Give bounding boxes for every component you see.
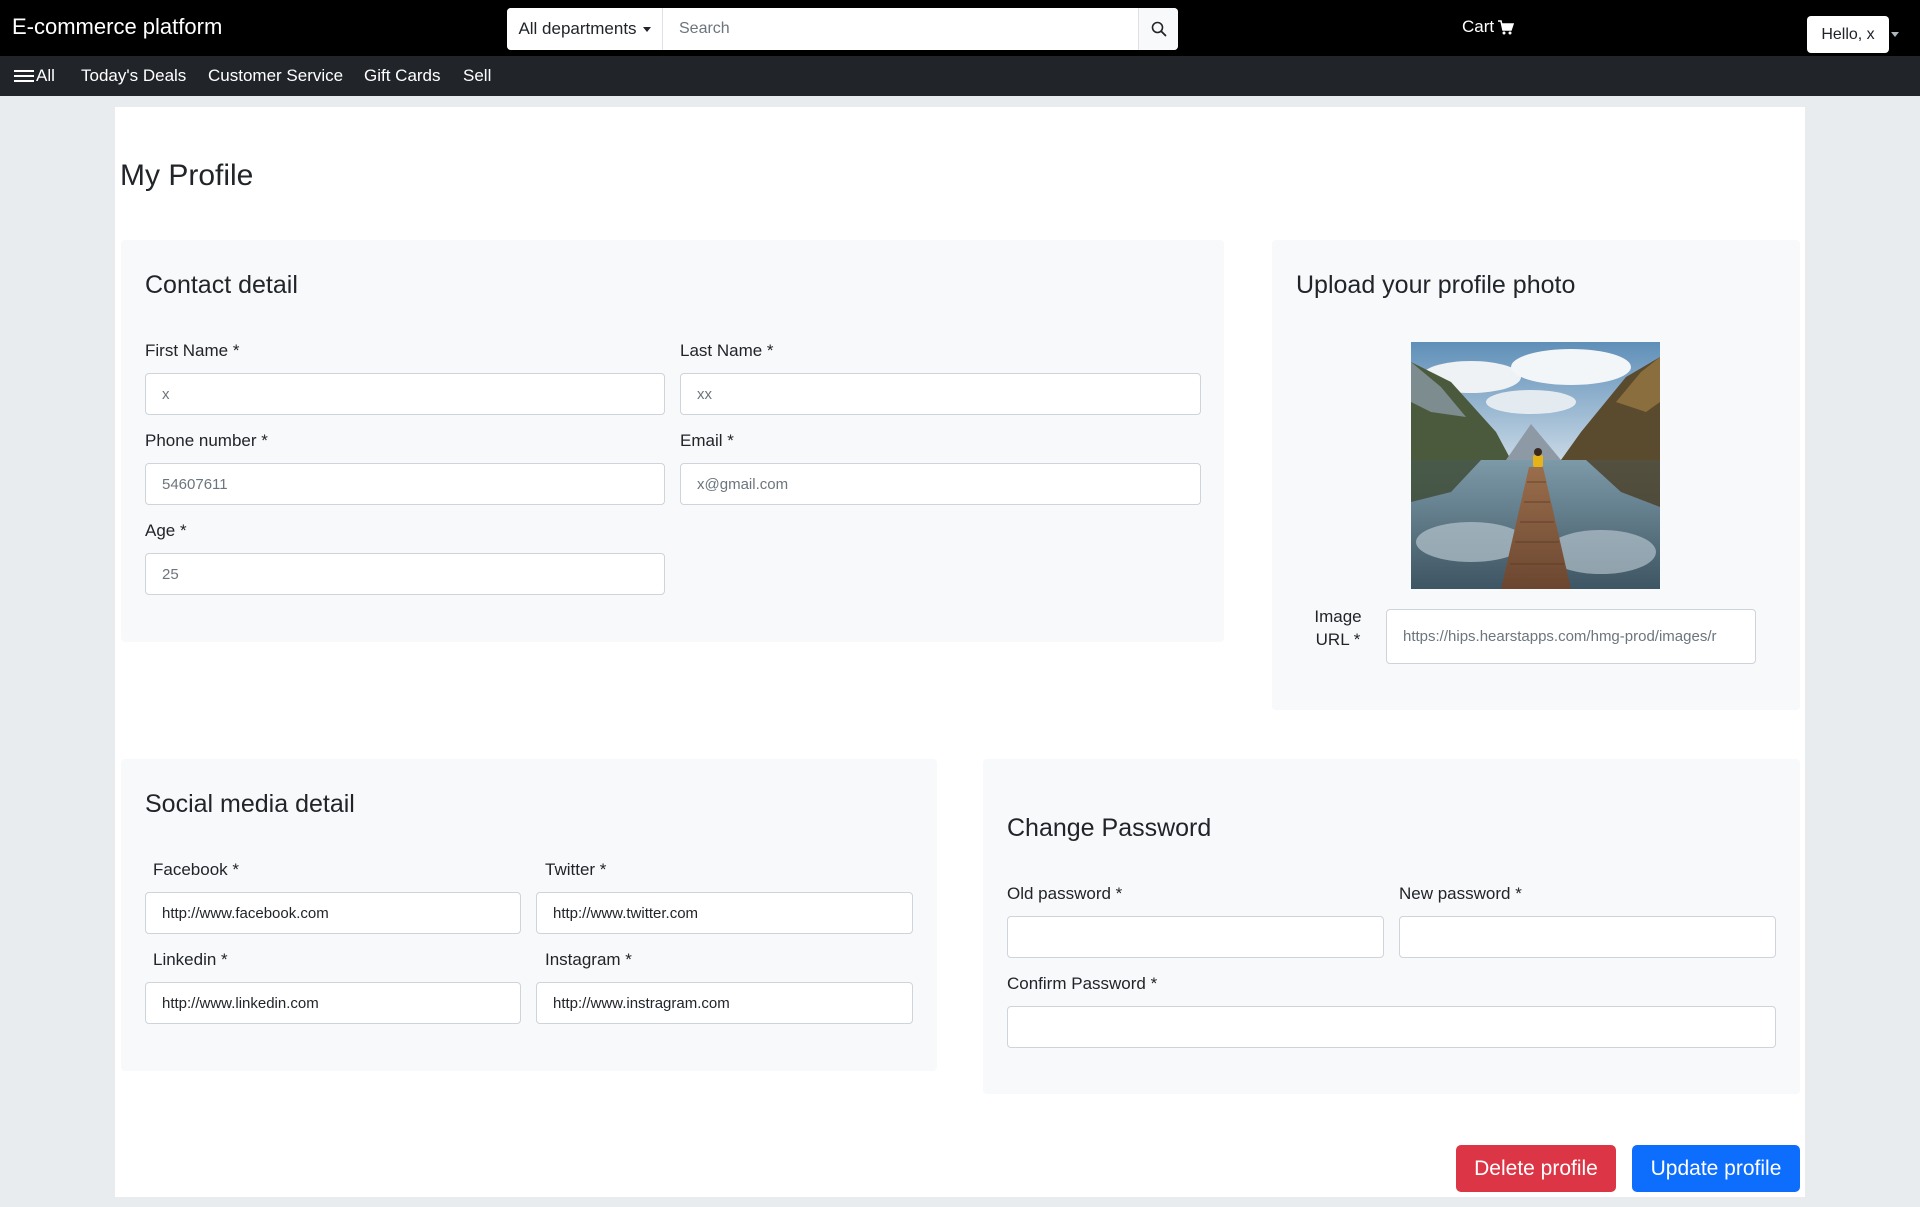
subnav-all-label: All: [36, 66, 55, 85]
subnav-item-sell[interactable]: Sell: [463, 66, 491, 86]
update-profile-button[interactable]: Update profile: [1632, 1145, 1800, 1192]
twitter-label: Twitter *: [545, 860, 607, 879]
phone-number-label: Phone number *: [145, 431, 268, 450]
contact-detail-title: Contact detail: [145, 271, 298, 299]
linkedin-input[interactable]: [145, 982, 521, 1024]
facebook-input[interactable]: [145, 892, 521, 934]
social-media-card: Social media detail Facebook * Twitter *…: [121, 759, 937, 1071]
facebook-label: Facebook *: [153, 860, 239, 879]
first-name-input[interactable]: [145, 373, 665, 415]
profile-photo-image: [1411, 342, 1660, 589]
phone-number-input[interactable]: [145, 463, 665, 505]
department-dropdown-label: All departments: [518, 19, 637, 38]
age-input[interactable]: [145, 553, 665, 595]
twitter-input[interactable]: [536, 892, 913, 934]
change-password-title: Change Password: [1007, 814, 1212, 842]
first-name-label: First Name *: [145, 341, 240, 360]
cart-label: Cart: [1462, 17, 1495, 36]
brand-logo[interactable]: E-commerce platform: [12, 14, 222, 40]
last-name-input[interactable]: [680, 373, 1201, 415]
subnav-item-gift-cards[interactable]: Gift Cards: [364, 66, 441, 86]
age-label: Age *: [145, 521, 187, 540]
caret-down-icon: [642, 27, 651, 32]
instagram-input[interactable]: [536, 982, 913, 1024]
new-password-label: New password *: [1399, 884, 1522, 903]
delete-profile-button[interactable]: Delete profile: [1456, 1145, 1616, 1192]
secondary-navbar: All Today's Deals Customer Service Gift …: [0, 56, 1920, 96]
search-icon: [1151, 21, 1166, 37]
account-button[interactable]: Hello, x: [1807, 16, 1889, 53]
shopping-cart-icon: [1498, 19, 1515, 34]
account-caret-down-icon[interactable]: [1891, 32, 1899, 37]
top-navbar: E-commerce platform All departments Cart…: [0, 0, 1920, 56]
image-url-label-line2: URL *: [1315, 630, 1361, 649]
instagram-label: Instagram *: [545, 950, 632, 969]
search-input[interactable]: [663, 8, 1138, 50]
new-password-input[interactable]: [1399, 916, 1776, 958]
profile-photo-card: Upload your profile photo Image URL * ht…: [1272, 240, 1800, 710]
email-label: Email *: [680, 431, 734, 450]
search-button[interactable]: [1138, 8, 1178, 50]
subnav-item-all[interactable]: All: [14, 66, 55, 86]
contact-detail-card: Contact detail First Name * Last Name * …: [121, 240, 1224, 642]
old-password-label: Old password *: [1007, 884, 1123, 903]
subnav-item-customer-service[interactable]: Customer Service: [208, 66, 343, 86]
subnav-item-todays-deals[interactable]: Today's Deals: [81, 66, 186, 86]
image-url-label-line1: Image: [1314, 607, 1362, 626]
linkedin-label: Linkedin *: [153, 950, 228, 969]
department-dropdown[interactable]: All departments: [507, 8, 663, 50]
image-url-label: Image URL *: [1308, 605, 1368, 651]
main-content: My Profile Contact detail First Name * L…: [115, 107, 1805, 1197]
page-title: My Profile: [120, 159, 254, 192]
hamburger-menu-icon: [14, 69, 34, 83]
email-input[interactable]: [680, 463, 1201, 505]
change-password-card: Change Password Old password * New passw…: [983, 759, 1800, 1094]
profile-photo-title: Upload your profile photo: [1296, 271, 1576, 299]
search-bar: All departments: [507, 8, 1178, 50]
old-password-input[interactable]: [1007, 916, 1384, 958]
account-greeting: Hello, x: [1821, 25, 1875, 43]
confirm-password-input[interactable]: [1007, 1006, 1776, 1048]
confirm-password-label: Confirm Password *: [1007, 974, 1158, 993]
image-url-input[interactable]: [1386, 609, 1756, 664]
social-media-title: Social media detail: [145, 790, 355, 818]
cart-link[interactable]: Cart: [1462, 17, 1515, 37]
last-name-label: Last Name *: [680, 341, 774, 360]
